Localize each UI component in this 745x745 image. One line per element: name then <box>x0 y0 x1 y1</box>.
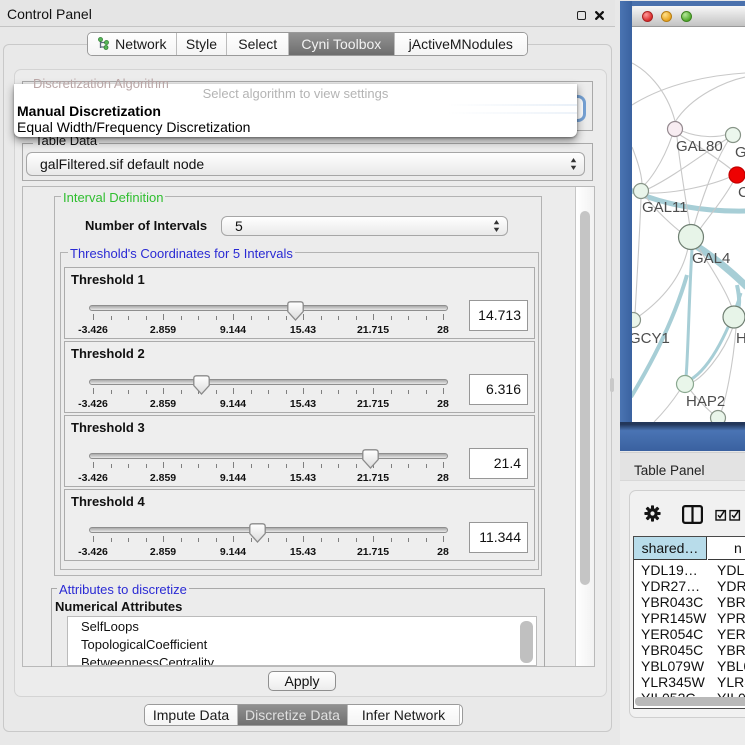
svg-text:GAL80: GAL80 <box>676 138 723 155</box>
svg-text:H: H <box>736 330 745 347</box>
svg-text:GAL4: GAL4 <box>692 250 730 267</box>
svg-text:HAP2: HAP2 <box>686 393 725 410</box>
svg-text:C: C <box>738 184 745 201</box>
svg-text:GAL11: GAL11 <box>642 199 688 216</box>
svg-text:GA: GA <box>735 144 745 161</box>
svg-text:GCY1: GCY1 <box>632 330 670 347</box>
